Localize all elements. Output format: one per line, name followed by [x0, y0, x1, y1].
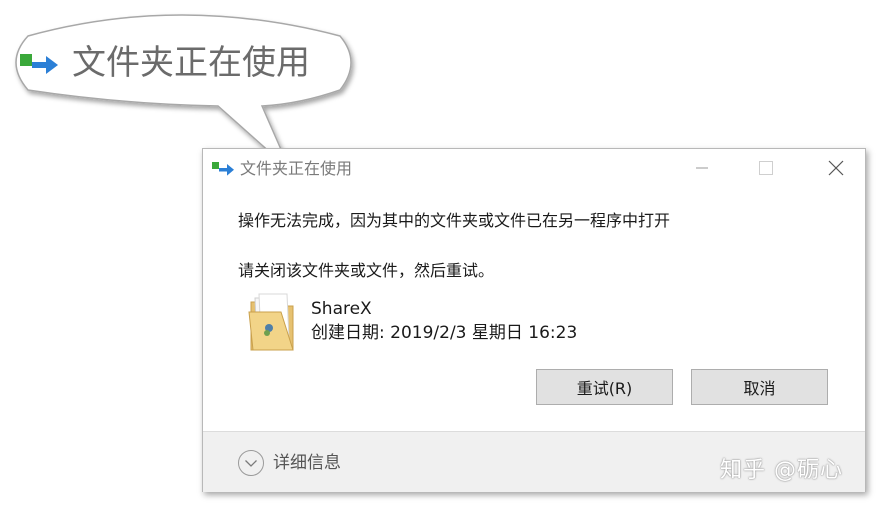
dialog-title: 文件夹正在使用 [240, 159, 353, 178]
file-in-use-dialog: 文件夹正在使用 操作无法完成，因为其中的文件夹或文件已在另一程序中打开 请关闭该… [202, 148, 866, 492]
callout-title: 文件夹正在使用 [72, 43, 310, 83]
cancel-button[interactable]: 取消 [691, 369, 828, 405]
details-label: 详细信息 [273, 453, 341, 473]
folder-in-use-icon [212, 162, 234, 176]
minimize-button[interactable] [679, 149, 725, 187]
screenshot-stage: 文件夹正在使用 文件夹正在使用 操作无法完成，因为其中的文件夹或文件已在另一程序… [0, 0, 878, 505]
close-icon [828, 160, 844, 176]
file-created-date: 创建日期: 2019/2/3 星期日 16:23 [311, 323, 578, 343]
callout-content: 文件夹正在使用 [18, 40, 310, 86]
watermark: 知乎 @砺心 [720, 458, 843, 483]
maximize-button[interactable] [743, 149, 789, 187]
minimize-icon [696, 167, 708, 169]
retry-button[interactable]: 重试(R) [536, 369, 673, 405]
close-button[interactable] [813, 149, 859, 187]
dialog-titlebar[interactable]: 文件夹正在使用 [203, 149, 865, 189]
maximize-icon [759, 161, 773, 175]
folder-icon [248, 293, 294, 351]
folder-in-use-icon [20, 54, 58, 74]
details-toggle[interactable]: 详细信息 [237, 449, 341, 477]
file-name: ShareX [311, 299, 372, 319]
chevron-down-icon [238, 450, 264, 476]
error-message: 操作无法完成，因为其中的文件夹或文件已在另一程序中打开 [238, 211, 671, 230]
instruction-message: 请关闭该文件夹或文件，然后重试。 [238, 261, 495, 280]
